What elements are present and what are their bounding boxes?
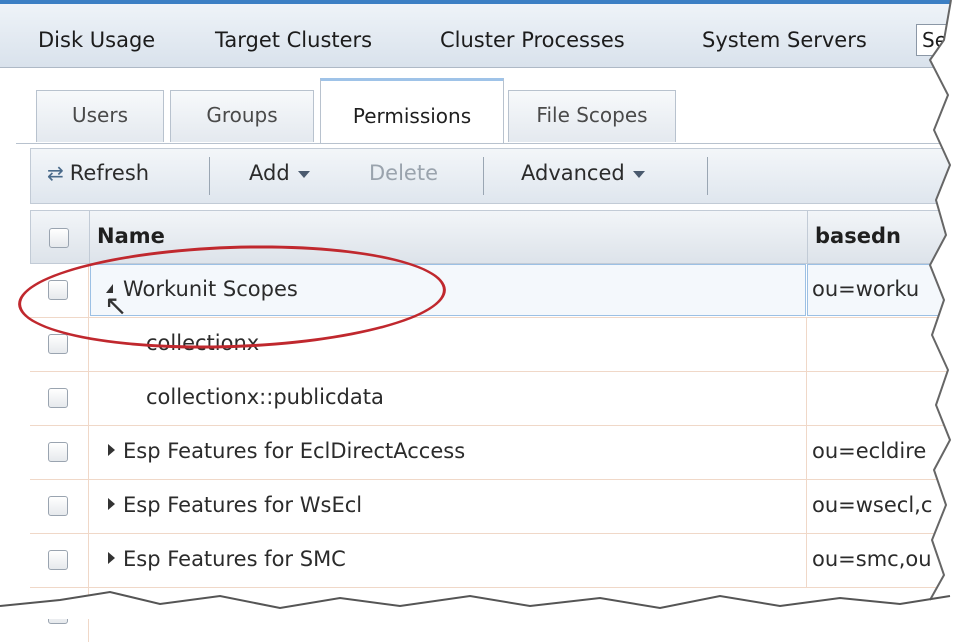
cell-divider (88, 534, 89, 588)
collapsed-arrow-icon[interactable] (108, 444, 115, 456)
menu-cluster-processes[interactable]: Cluster Processes (440, 28, 625, 52)
row-checkbox[interactable] (48, 550, 68, 570)
row-name: Esp Features for WsEcl (108, 493, 362, 517)
row-name-label: Esp Features for EclDirectAccess (123, 439, 466, 463)
row-basedn: ou=wsecl,c (812, 493, 933, 517)
chevron-down-icon (632, 170, 645, 178)
cell-divider (88, 426, 89, 480)
cell-divider (806, 534, 807, 588)
chevron-down-icon (297, 170, 310, 178)
table-row[interactable]: Esp Features for SMC ou=smc,ou (30, 534, 971, 588)
tab-bar: Users Groups Permissions File Scopes (0, 68, 971, 144)
tab-divider (16, 143, 971, 144)
row-checkbox[interactable] (48, 334, 68, 354)
table-row[interactable]: Esp Features for EclDirectAccess ou=ecld… (30, 426, 971, 480)
column-header-name[interactable]: Name (97, 224, 165, 248)
add-label: Add (249, 161, 290, 185)
menu-target-clusters[interactable]: Target Clusters (215, 28, 372, 52)
select-all-checkbox[interactable] (49, 228, 69, 248)
refresh-label: Refresh (69, 161, 150, 185)
row-name-label: Esp Features for WsEcl (123, 493, 363, 517)
row-checkbox[interactable] (48, 388, 68, 408)
table-row[interactable]: collectionx::publicdata (30, 372, 971, 426)
search-input[interactable]: Se (916, 24, 971, 56)
menu-system-servers[interactable]: System Servers (702, 28, 867, 52)
cell-divider (88, 372, 89, 426)
mouse-pointer-icon: ↖ (104, 289, 128, 322)
collapsed-arrow-icon[interactable] (108, 552, 115, 564)
row-name: Esp Features for SMC (108, 547, 346, 571)
row-basedn: ou=smc,ou (812, 547, 932, 571)
tab-users[interactable]: Users (36, 90, 164, 142)
cell-divider (806, 480, 807, 534)
toolbar-separator (707, 157, 708, 195)
refresh-button[interactable]: ⇄ Refresh (47, 161, 149, 185)
toolbar-separator (483, 157, 484, 195)
row-checkbox[interactable] (48, 496, 68, 516)
tab-groups[interactable]: Groups (170, 90, 314, 142)
tab-file-scopes[interactable]: File Scopes (508, 90, 676, 142)
row-name-label: Esp Features for SMC (123, 547, 346, 571)
refresh-icon: ⇄ (47, 161, 64, 185)
row-checkbox (48, 604, 68, 624)
row-name: Esp Features for EclDirectAccess (108, 439, 465, 463)
cell-divider (806, 372, 807, 426)
cell-divider (806, 318, 807, 372)
table-row-partial (30, 588, 971, 642)
menu-disk-usage[interactable]: Disk Usage (38, 28, 155, 52)
delete-button[interactable]: Delete (369, 161, 438, 185)
cell-divider (806, 426, 807, 480)
app-window: Disk Usage Target Clusters Cluster Proce… (0, 0, 971, 642)
collapsed-arrow-icon[interactable] (108, 498, 115, 510)
tab-permissions[interactable]: Permissions (320, 78, 504, 144)
cell-divider (88, 588, 89, 642)
toolbar-separator (209, 157, 210, 195)
top-menu-bar: Disk Usage Target Clusters Cluster Proce… (0, 0, 971, 68)
add-button[interactable]: Add (249, 161, 310, 185)
toolbar: ⇄ Refresh Add Delete Advanced (30, 148, 971, 204)
row-name-label: collectionx::publicdata (146, 385, 384, 409)
row-basedn: ou=ecldire (812, 439, 927, 463)
column-divider (89, 211, 90, 265)
advanced-label: Advanced (521, 161, 625, 185)
cell-divider (88, 480, 89, 534)
column-divider (807, 211, 808, 265)
column-header-basedn[interactable]: basedn (815, 224, 901, 248)
advanced-button[interactable]: Advanced (521, 161, 645, 185)
table-row[interactable]: Esp Features for WsEcl ou=wsecl,c (30, 480, 971, 534)
row-checkbox[interactable] (48, 442, 68, 462)
row-basedn: ou=worku (812, 277, 920, 301)
